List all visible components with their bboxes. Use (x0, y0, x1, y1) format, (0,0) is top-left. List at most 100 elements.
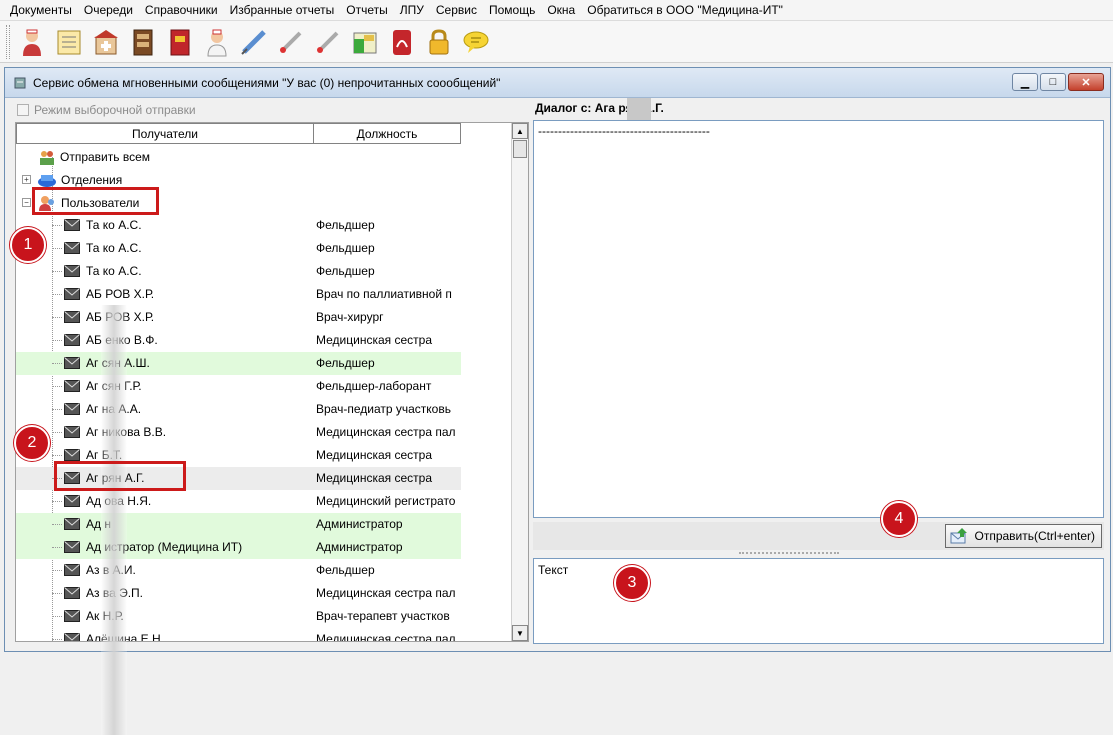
column-header-position[interactable]: Должность (313, 123, 461, 144)
close-button[interactable]: ✕ (1068, 73, 1104, 91)
scroll-up-button[interactable]: ▲ (512, 123, 528, 139)
user-name: Та ко А.С. (86, 264, 142, 278)
tree-branch-line (52, 616, 62, 617)
table-row[interactable]: Аз в А.И.Фельдшер (16, 559, 461, 582)
menu-reports[interactable]: Отчеты (340, 0, 393, 21)
tree-branch-line (52, 225, 62, 226)
table-row[interactable]: Алёшина Е.Н.Медицинская сестра пал (16, 628, 461, 642)
envelope-icon (64, 219, 80, 231)
table-row[interactable]: Та ко А.С. Фельдшер (16, 260, 461, 283)
menu-lpu[interactable]: ЛПУ (394, 0, 430, 21)
menu-service[interactable]: Сервис (430, 0, 483, 21)
envelope-icon (64, 403, 80, 415)
thermometer-icon[interactable] (275, 25, 307, 59)
menu-documents[interactable]: Документы (4, 0, 78, 21)
table-row[interactable]: Та ко А.С. Фельдшер (16, 237, 461, 260)
menu-windows[interactable]: Окна (541, 0, 581, 21)
hospital-icon[interactable] (90, 25, 122, 59)
table-row[interactable]: Аг на А.А.Врач-педиатр участковь (16, 398, 461, 421)
cabinet-icon[interactable] (127, 25, 159, 59)
tree-branch-line (52, 317, 62, 318)
tree-branch-line (52, 294, 62, 295)
redaction-blur (101, 305, 127, 735)
menu-favorite-reports[interactable]: Избранные отчеты (224, 0, 341, 21)
tree-branch-line (52, 570, 62, 571)
recipients-pane: Режим выборочной отправки Получатели Дол… (5, 98, 529, 735)
table-row[interactable]: Аг сян А.Ш.Фельдшер (16, 352, 461, 375)
scroll-thumb[interactable] (513, 140, 527, 158)
user-position: Администратор (316, 540, 403, 554)
tree-branch-line (52, 432, 62, 433)
envelope-icon (64, 564, 80, 576)
table-row[interactable]: Аг сян Г.Р.Фельдшер-лаборант (16, 375, 461, 398)
user-position: Медицинский регистрато (316, 494, 456, 508)
table-row[interactable]: АБ енко В.Ф.Медицинская сестра (16, 329, 461, 352)
collapse-icon[interactable]: − (22, 198, 31, 207)
user-position: Медицинская сестра (316, 471, 432, 485)
toolbar-grip[interactable] (6, 24, 10, 59)
splitter-handle[interactable] (739, 552, 839, 556)
checkbox-box[interactable] (17, 104, 29, 116)
user-position: Медицинская сестра пал (316, 586, 456, 600)
scroll-down-button[interactable]: ▼ (512, 625, 528, 641)
user-name: Та ко А.С. (86, 241, 142, 255)
window-titlebar[interactable]: Сервис обмена мгновенными сообщениями "У… (5, 68, 1110, 98)
envelope-icon (64, 357, 80, 369)
menu-queues[interactable]: Очереди (78, 0, 139, 21)
expand-icon[interactable]: + (22, 175, 31, 184)
message-history[interactable]: ----------------------------------------… (533, 120, 1104, 518)
nurse-icon[interactable] (201, 25, 233, 59)
table-row[interactable]: Аз ва Э.П.Медицинская сестра пал (16, 582, 461, 605)
table-row[interactable]: Аг никова В.В.Медицинская сестра пал (16, 421, 461, 444)
envelope-icon (64, 610, 80, 622)
menu-contact[interactable]: Обратиться в ООО "Медицина-ИТ" (581, 0, 789, 21)
tree-branch-line (52, 639, 62, 640)
tree-scrollbar[interactable]: ▲ ▼ (511, 123, 528, 641)
maximize-button[interactable]: □ (1040, 73, 1066, 91)
tree-branch-line (52, 524, 62, 525)
minimize-button[interactable]: ▁ (1012, 73, 1038, 91)
table-row[interactable]: АБ РОВ Х.Р. Врач по паллиативной п (16, 283, 461, 306)
selective-send-checkbox[interactable]: Режим выборочной отправки (17, 103, 196, 117)
column-header-recipients[interactable]: Получатели (16, 123, 314, 144)
cash-icon[interactable] (349, 25, 381, 59)
pdf-icon[interactable] (386, 25, 418, 59)
callout-4: 4 (881, 501, 917, 537)
red-book-icon[interactable] (164, 25, 196, 59)
table-row[interactable]: Ак Н.Р.Врач-терапевт участков (16, 605, 461, 628)
table-row[interactable]: АБ РОВ Х.Р.Врач-хирург (16, 306, 461, 329)
tree-branch-line (52, 248, 62, 249)
departments-icon (38, 174, 56, 187)
message-input-text: Текст (538, 563, 569, 577)
envelope-icon (64, 288, 80, 300)
user-position: Медицинская сестра пал (316, 632, 456, 642)
table-row[interactable]: Та ко А.С. Фельдшер (16, 214, 461, 237)
envelope-icon (64, 334, 80, 346)
notepad-icon[interactable] (53, 25, 85, 59)
user-position: Фельдшер-лаборант (316, 379, 432, 393)
window-title: Сервис обмена мгновенными сообщениями "У… (33, 75, 501, 90)
envelope-icon (64, 380, 80, 392)
table-row[interactable]: Ад н Администратор (16, 513, 461, 536)
group-users-icon (40, 150, 54, 165)
tree-node-send-all[interactable]: Отправить всем (38, 145, 150, 168)
departments-label: Отделения (61, 172, 123, 187)
envelope-icon (64, 449, 80, 461)
menu-help[interactable]: Помощь (483, 0, 541, 21)
lock-icon[interactable] (423, 25, 455, 59)
chat-icon[interactable] (460, 25, 492, 59)
user-position: Врач-терапевт участков (316, 609, 450, 623)
user-position: Медицинская сестра (316, 333, 432, 347)
table-row[interactable]: Ад истратор (Медицина ИТ) Администратор (16, 536, 461, 559)
envelope-icon (64, 426, 80, 438)
send-button[interactable]: Отправить(Ctrl+enter) (945, 524, 1102, 548)
menu-references[interactable]: Справочники (139, 0, 224, 21)
table-row[interactable]: Ад ова Н.Я.Медицинский регистрато (16, 490, 461, 513)
envelope-icon (64, 541, 80, 553)
thermometer2-icon[interactable] (312, 25, 344, 59)
user-position: Фельдшер (316, 264, 375, 278)
doctor-icon[interactable] (16, 25, 48, 59)
syringe-icon[interactable] (238, 25, 270, 59)
menu-bar: Документы Очереди Справочники Избранные … (0, 0, 1113, 21)
tree-branch-line (52, 593, 62, 594)
